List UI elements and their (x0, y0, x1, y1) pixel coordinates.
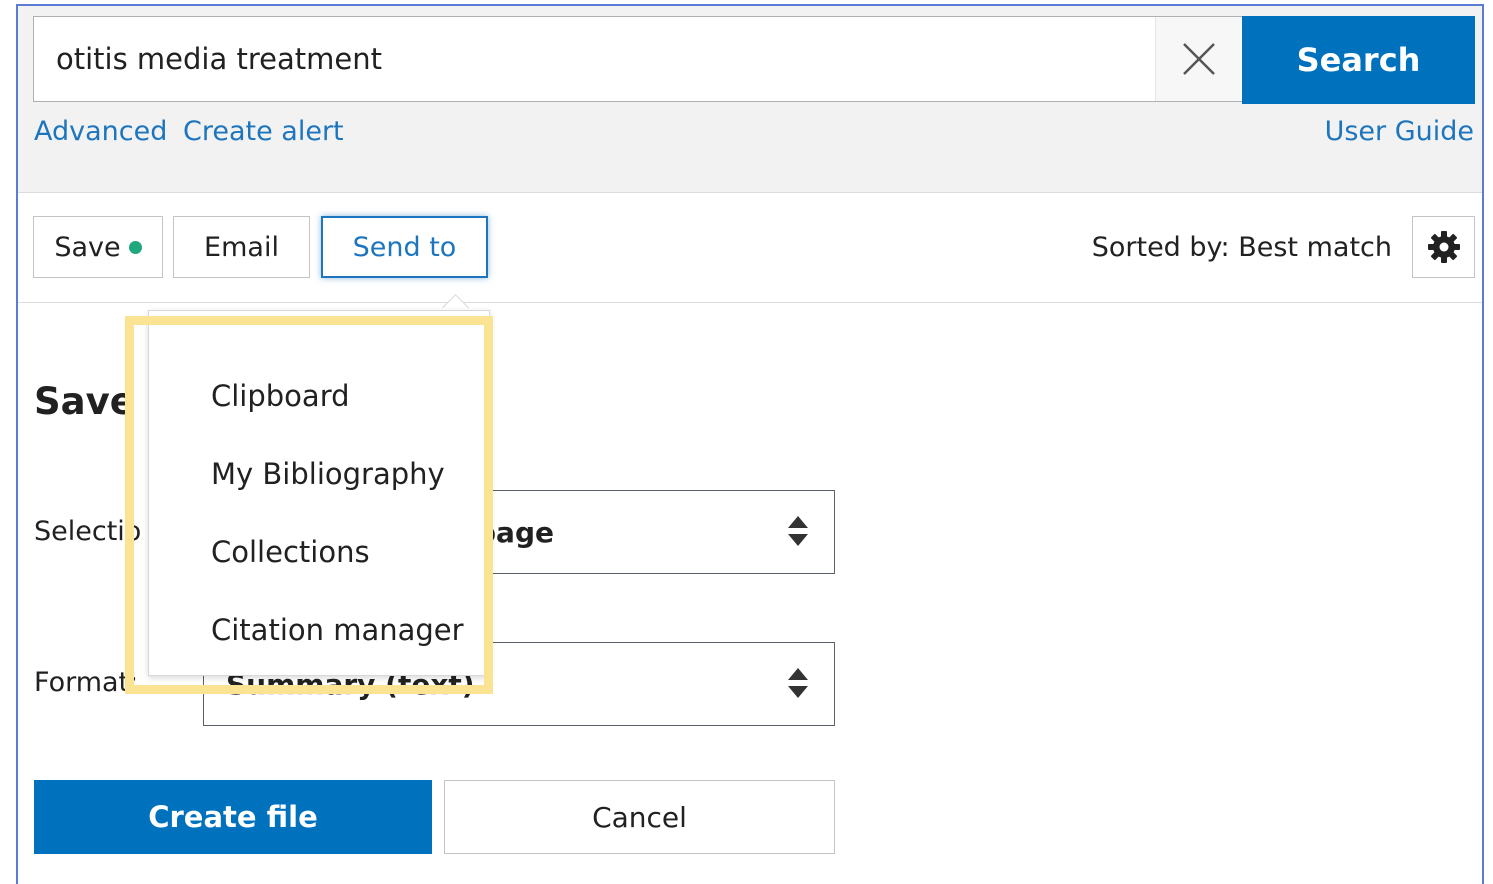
menu-item-collections[interactable]: Collections (211, 535, 370, 569)
send-to-button[interactable]: Send to (321, 216, 488, 278)
menu-item-clipboard[interactable]: Clipboard (211, 379, 350, 413)
email-button-label: Email (204, 231, 279, 263)
menu-item-my-bibliography[interactable]: My Bibliography (211, 457, 445, 491)
display-options-button[interactable] (1412, 216, 1475, 278)
selection-label: Selectio (34, 516, 142, 547)
sort-arrows-icon (788, 516, 808, 546)
search-input[interactable] (34, 17, 1154, 101)
close-icon (1183, 43, 1215, 75)
app-frame: Search Advanced Create alert User Guide … (16, 4, 1484, 884)
cancel-button[interactable]: Cancel (444, 780, 835, 854)
save-button[interactable]: Save (33, 216, 163, 278)
save-status-dot (128, 240, 142, 254)
send-to-button-label: Send to (352, 231, 457, 263)
create-file-button[interactable]: Create file (34, 780, 432, 854)
clear-search-button[interactable] (1155, 17, 1242, 101)
toolbar-divider (18, 302, 1482, 303)
user-guide-link[interactable]: User Guide (1325, 116, 1474, 147)
search-box (33, 16, 1243, 102)
search-band: Search Advanced Create alert User Guide (18, 6, 1482, 193)
save-button-label: Save (54, 231, 121, 263)
advanced-search-link[interactable]: Advanced (34, 116, 167, 147)
create-alert-link[interactable]: Create alert (183, 116, 344, 147)
menu-item-citation-manager[interactable]: Citation manager (211, 613, 464, 647)
send-to-dropdown: Clipboard My Bibliography Collections Ci… (148, 310, 490, 676)
gear-icon (1427, 231, 1460, 263)
sort-arrows-icon (788, 668, 808, 698)
search-button[interactable]: Search (1242, 16, 1475, 104)
email-button[interactable]: Email (173, 216, 310, 278)
format-label: Format: (34, 667, 139, 698)
sort-order-label: Sorted by: Best match (1091, 232, 1392, 263)
